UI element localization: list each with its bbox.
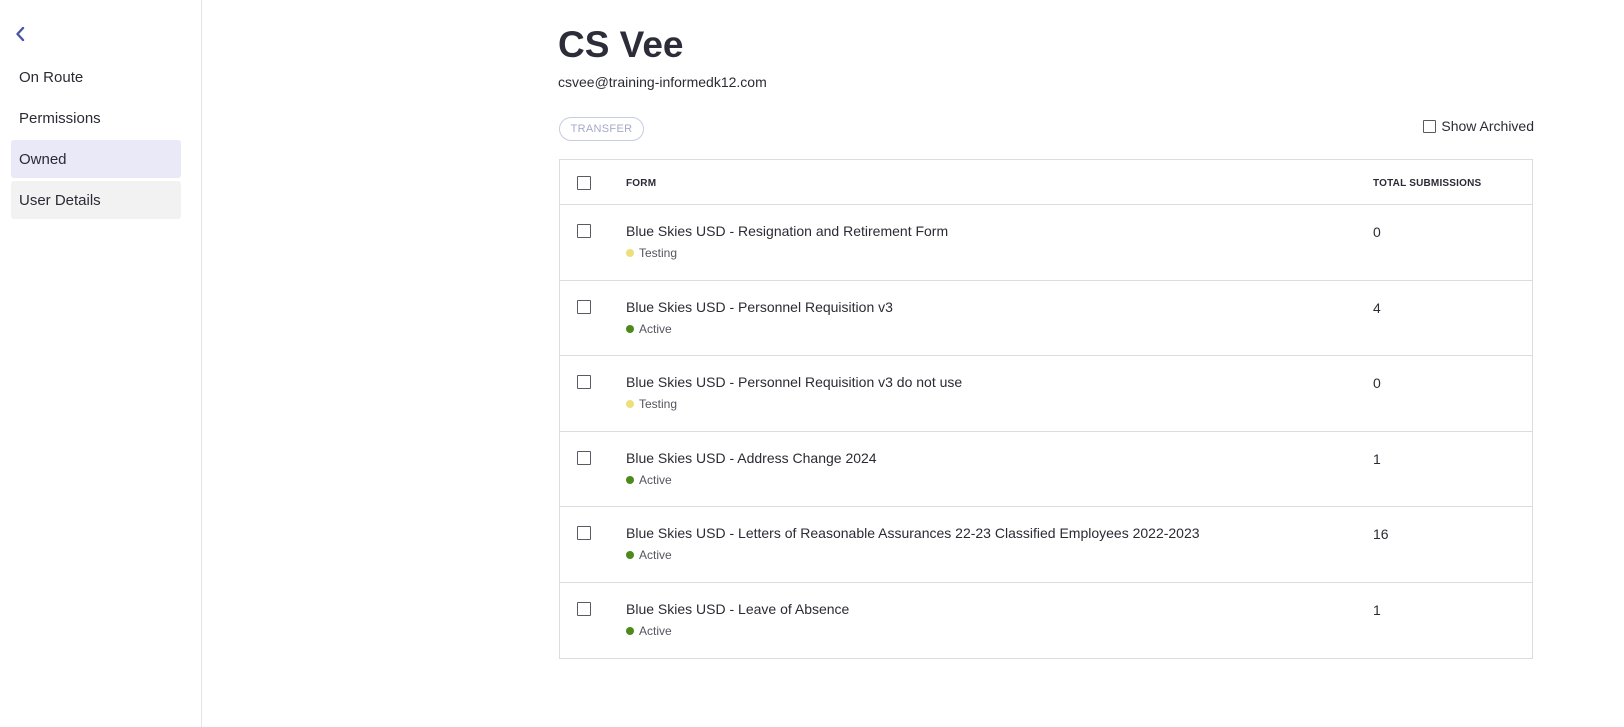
row-checkbox[interactable]	[577, 601, 591, 616]
sidebar-item-owned[interactable]: Owned	[11, 140, 181, 178]
status-badge: Active	[626, 624, 672, 638]
status-label: Testing	[639, 246, 678, 260]
table-header: FORM TOTAL SUBMISSIONS	[560, 160, 1532, 205]
sidebar: On Route Permissions Owned User Details	[0, 0, 202, 727]
sidebar-item-on-route[interactable]: On Route	[11, 58, 181, 96]
chevron-left-icon	[16, 27, 25, 41]
status-dot	[626, 551, 634, 559]
user-email: csvee@training-informedk12.com	[558, 74, 767, 90]
status-badge: Testing	[626, 397, 677, 411]
form-title-link[interactable]: Blue Skies USD - Letters of Reasonable A…	[626, 525, 1200, 541]
submission-count: 1	[1373, 601, 1381, 618]
status-label: Active	[639, 548, 672, 562]
show-archived-checkbox[interactable]	[1423, 119, 1437, 133]
row-checkbox[interactable]	[577, 375, 591, 389]
owned-forms-table: FORM TOTAL SUBMISSIONS Blue Skies USD - …	[559, 159, 1533, 659]
status-badge: Active	[626, 322, 672, 336]
status-dot	[626, 475, 634, 484]
table-row: Blue Skies USD - Letters of Reasonable A…	[560, 507, 1532, 583]
show-archived-toggle[interactable]: Show Archived	[1423, 118, 1534, 134]
select-all-checkbox[interactable]	[577, 176, 591, 190]
status-dot	[626, 400, 634, 408]
sidebar-item-permissions[interactable]: Permissions	[11, 99, 181, 137]
status-badge: Testing	[626, 246, 677, 260]
submission-count: 0	[1373, 224, 1381, 240]
transfer-button[interactable]: TRANSFER	[559, 117, 644, 141]
row-checkbox[interactable]	[577, 299, 591, 314]
table-row: Blue Skies USD - Personnel Requisition v…	[560, 281, 1532, 356]
status-label: Active	[639, 321, 672, 336]
page-title: CS Vee	[558, 24, 684, 65]
show-archived-label: Show Archived	[1441, 118, 1534, 134]
form-title-link[interactable]: Blue Skies USD - Resignation and Retirem…	[626, 223, 948, 239]
row-checkbox[interactable]	[577, 224, 591, 238]
status-label: Active	[639, 623, 672, 638]
status-dot	[626, 626, 634, 635]
column-header-form[interactable]: FORM	[626, 178, 656, 189]
form-title-link[interactable]: Blue Skies USD - Address Change 2024	[626, 450, 877, 466]
table-row: Blue Skies USD - Personnel Requisition v…	[560, 356, 1532, 432]
submission-count: 4	[1373, 299, 1381, 316]
row-checkbox[interactable]	[577, 450, 591, 465]
row-checkbox[interactable]	[577, 526, 591, 540]
submission-count: 0	[1373, 375, 1381, 391]
status-label: Active	[639, 472, 672, 487]
form-title-link[interactable]: Blue Skies USD - Leave of Absence	[626, 601, 849, 617]
form-title-link[interactable]: Blue Skies USD - Personnel Requisition v…	[626, 374, 962, 390]
form-title-link[interactable]: Blue Skies USD - Personnel Requisition v…	[626, 299, 893, 315]
back-button[interactable]	[12, 24, 28, 44]
status-badge: Active	[626, 548, 672, 562]
table-row: Blue Skies USD - Address Change 2024 Act…	[560, 432, 1532, 507]
table-row: Blue Skies USD - Leave of Absence Active…	[560, 583, 1532, 659]
sidebar-item-user-details[interactable]: User Details	[11, 181, 181, 219]
status-badge: Active	[626, 473, 672, 487]
status-dot	[626, 249, 634, 257]
status-dot	[626, 324, 634, 333]
column-header-total-submissions[interactable]: TOTAL SUBMISSIONS	[1373, 178, 1481, 189]
submission-count: 16	[1373, 526, 1389, 542]
sidebar-nav: On Route Permissions Owned User Details	[11, 58, 181, 222]
submission-count: 1	[1373, 450, 1381, 467]
status-label: Testing	[639, 397, 678, 411]
table-row: Blue Skies USD - Resignation and Retirem…	[560, 205, 1532, 281]
